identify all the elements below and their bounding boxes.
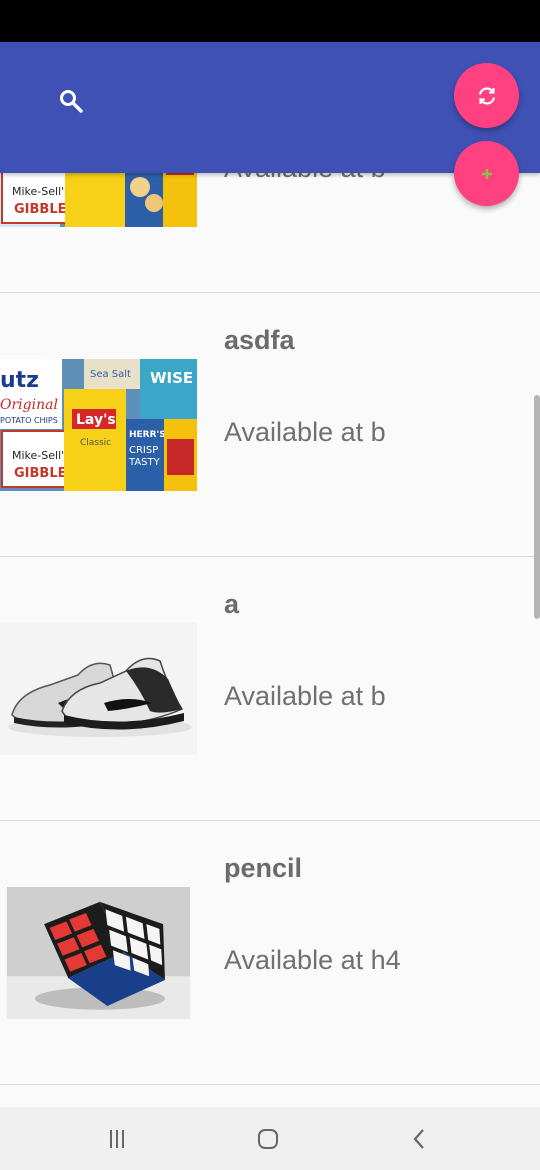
- item-availability: Available at b: [224, 681, 386, 711]
- item-name: pencil: [224, 853, 303, 883]
- item-availability: Available at b: [224, 417, 386, 447]
- recent-apps-icon[interactable]: [102, 1124, 132, 1154]
- item-availability: Available at h4: [224, 945, 401, 975]
- search-icon[interactable]: [58, 88, 84, 114]
- svg-text:HERR'S: HERR'S: [129, 430, 166, 440]
- item-name: asdfa: [224, 325, 295, 355]
- svg-text:POTATO CHIPS: POTATO CHIPS: [0, 416, 58, 425]
- rubiks-cube-image: [6, 887, 191, 1019]
- list-item[interactable]: a Available at b: [0, 557, 540, 821]
- svg-text:utz: utz: [0, 368, 39, 393]
- list-item[interactable]: pencil Available at h4: [0, 821, 540, 1085]
- status-bar: [0, 0, 540, 42]
- svg-text:Sea Salt: Sea Salt: [90, 369, 131, 380]
- back-icon[interactable]: [404, 1124, 434, 1154]
- scrollbar[interactable]: [534, 395, 540, 619]
- svg-text:Classic: Classic: [80, 438, 111, 448]
- svg-text:Mike-Sell's: Mike-Sell's: [12, 449, 70, 462]
- svg-text:CRISP: CRISP: [129, 445, 158, 456]
- home-icon[interactable]: [253, 1124, 283, 1154]
- svg-text:Mike-Sell's: Mike-Sell's: [12, 185, 70, 198]
- svg-text:TASTY: TASTY: [128, 457, 161, 468]
- item-name: a: [224, 589, 240, 619]
- list-item[interactable]: utz Original POTATO CHIPS Mike-Sell's GI…: [0, 293, 540, 557]
- svg-text:Original: Original: [0, 397, 58, 413]
- refresh-icon: [478, 86, 495, 105]
- chips-image: Mike-Sell's GIBBLE'S Lay's Classic HERR'…: [0, 173, 197, 227]
- chips-image: utz Original POTATO CHIPS Mike-Sell's GI…: [0, 359, 197, 491]
- svg-text:WISE: WISE: [150, 369, 193, 387]
- plus-icon: [481, 168, 492, 179]
- item-availability: Available at b: [224, 173, 386, 184]
- system-nav-bar: [0, 1107, 540, 1170]
- svg-text:Lay's: Lay's: [76, 412, 116, 428]
- sneakers-image: [0, 623, 197, 755]
- refresh-button[interactable]: [454, 63, 519, 128]
- add-item-button[interactable]: [454, 141, 519, 206]
- product-list[interactable]: Mike-Sell's GIBBLE'S Lay's Classic HERR'…: [0, 173, 540, 1107]
